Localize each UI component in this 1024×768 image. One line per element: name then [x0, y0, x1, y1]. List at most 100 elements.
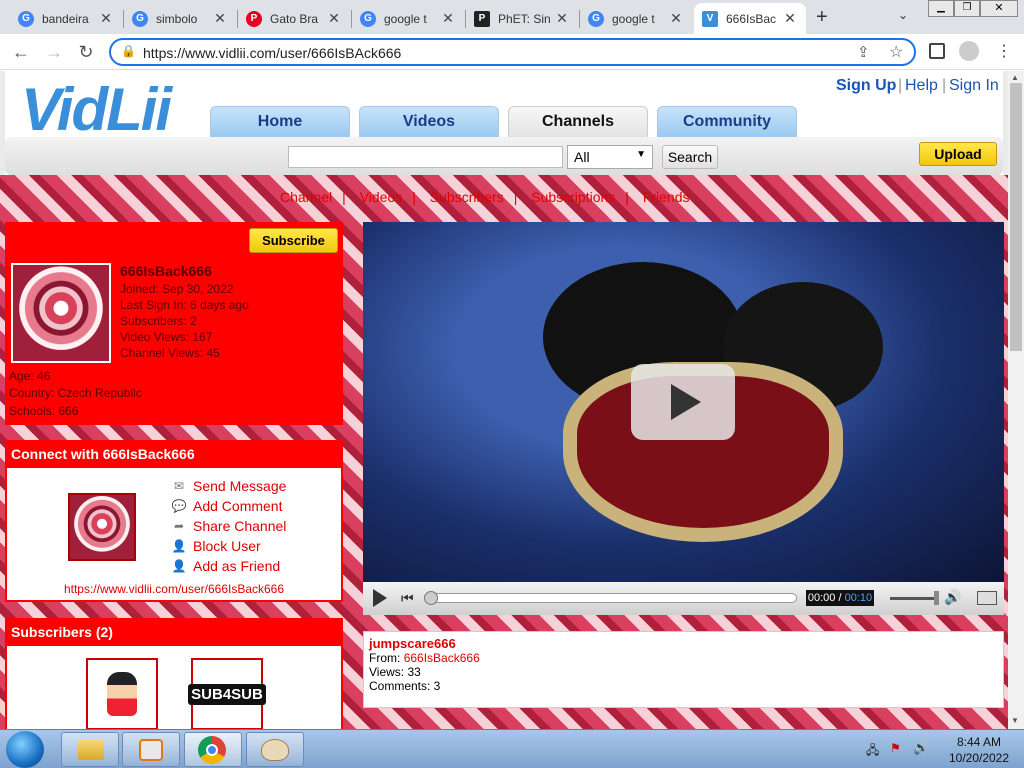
video-author-link[interactable]: 666IsBack666 [404, 651, 480, 665]
volume-icon[interactable]: 🔊 [944, 589, 961, 606]
taskbar-media-player[interactable] [122, 732, 180, 767]
user-add-icon: 👤 [171, 559, 187, 573]
connect-avatar[interactable] [68, 493, 136, 561]
omnibox[interactable]: 🔒 https://www.vidlii.com/user/666IsBAck6… [109, 38, 916, 66]
url-text[interactable]: https://www.vidlii.com/user/666IsBAck666 [143, 45, 401, 61]
address-bar-row: ← → ↻ 🔒 https://www.vidlii.com/user/666I… [0, 34, 1024, 70]
connect-box: Connect with 666IsBack666 ✉ Send Message … [5, 440, 343, 602]
big-play-button[interactable] [631, 364, 735, 440]
subnav-videos[interactable]: Videos [360, 189, 403, 205]
taskbar-explorer[interactable] [61, 732, 119, 767]
close-icon[interactable]: ✕ [98, 10, 114, 27]
video-title[interactable]: jumpscare666 [369, 637, 998, 651]
taskbar-chrome[interactable] [184, 732, 242, 767]
page-scrollbar[interactable]: ▲ ▼ [1008, 71, 1024, 729]
help-link[interactable]: Help [905, 77, 938, 95]
close-icon[interactable]: ✕ [212, 10, 228, 27]
close-icon[interactable]: ✕ [326, 10, 342, 27]
close-icon[interactable]: ✕ [554, 10, 570, 27]
taskbar-paint[interactable] [246, 732, 304, 767]
windows-taskbar: 🖧 ⚑ 🔊 8:44 AM 10/20/2022 [0, 729, 1024, 768]
bookmark-star-icon[interactable]: ☆ [889, 42, 903, 62]
progress-bar[interactable] [424, 591, 797, 605]
video-info-box: jumpscare666 From: 666IsBack666 Views: 3… [363, 631, 1004, 708]
subscribe-button[interactable]: Subscribe [249, 228, 338, 253]
sign-in-link[interactable]: Sign In [949, 77, 999, 95]
minimize-button[interactable]: ▁ [928, 0, 954, 17]
send-message-link[interactable]: ✉ Send Message [171, 478, 286, 494]
paint-palette-icon [261, 739, 289, 761]
subnav-subscriptions[interactable]: Subscriptions [531, 189, 615, 205]
volume-slider[interactable] [890, 591, 939, 605]
maximize-button[interactable]: ❐ [954, 0, 980, 17]
search-input[interactable] [288, 146, 563, 168]
profile-avatar-icon[interactable] [959, 41, 979, 61]
sign-up-link[interactable]: Sign Up [836, 77, 896, 95]
add-friend-link[interactable]: 👤 Add as Friend [171, 558, 281, 574]
volume-handle[interactable] [934, 591, 939, 605]
back-button[interactable]: ← [9, 41, 33, 63]
browser-tab[interactable]: P Gato Bra ✕ [238, 3, 350, 34]
fullscreen-icon[interactable] [977, 591, 997, 605]
subscriber-thumb[interactable]: SUB4SUB [188, 658, 266, 729]
browser-tab[interactable]: G simbolo ✕ [124, 3, 236, 34]
video-views: Video Views: 167 [120, 330, 213, 344]
browser-tab[interactable]: P PhET: Sin ✕ [466, 3, 578, 34]
vidlii-icon: V [702, 10, 718, 27]
scroll-down-arrow[interactable]: ▼ [1011, 716, 1019, 725]
scrollbar-thumb[interactable] [1010, 83, 1022, 351]
close-icon[interactable]: ✕ [440, 10, 456, 27]
start-button[interactable] [6, 731, 44, 768]
system-clock[interactable]: 8:44 AM 10/20/2022 [934, 734, 1024, 766]
page-content: VidLii Sign Up | Help | Sign In Home Vid… [0, 71, 1008, 729]
block-user-link[interactable]: 👤 Block User [171, 538, 261, 554]
browser-tab[interactable]: G bandeira ✕ [10, 3, 122, 34]
speaker-icon[interactable]: 🔊 [913, 740, 929, 756]
last-sign-in: Last Sign In: 6 days ago [120, 298, 249, 312]
menu-kebab-icon[interactable]: ⋮ [996, 41, 1012, 61]
subnav-channel[interactable]: Channel [280, 189, 332, 205]
google-icon: G [360, 10, 376, 27]
share-channel-link[interactable]: ➦ Share Channel [171, 518, 286, 534]
search-button[interactable]: Search [662, 145, 718, 169]
subscriber-thumb[interactable] [86, 658, 158, 729]
side-panel-icon[interactable] [929, 43, 945, 59]
window-controls: ▁ ❐ ✕ [928, 0, 1020, 18]
add-comment-link[interactable]: 💬 Add Comment [171, 498, 283, 514]
progress-handle[interactable] [424, 591, 438, 605]
nav-tab-community[interactable]: Community [657, 106, 797, 138]
video-frame[interactable] [363, 222, 1004, 582]
subscribers-header: Subscribers (2) [7, 620, 341, 646]
browser-tab-active[interactable]: V 666IsBac ✕ [694, 3, 806, 34]
close-icon[interactable]: ✕ [668, 10, 684, 27]
media-player-icon [139, 739, 163, 761]
browser-tab[interactable]: G google t ✕ [580, 3, 692, 34]
upload-button[interactable]: Upload [919, 142, 997, 166]
new-tab-button[interactable]: + [816, 6, 828, 29]
action-center-icon[interactable]: ⚑ [890, 741, 901, 755]
channel-url-link[interactable]: https://www.vidlii.com/user/666IsBack666 [7, 582, 341, 596]
video-player[interactable]: ⏮ 00:00 / 00:10 🔊 [363, 222, 1004, 615]
chrome-icon [198, 736, 226, 764]
subnav-subscribers[interactable]: Subscribers [430, 189, 504, 205]
nav-tab-videos[interactable]: Videos [359, 106, 499, 138]
country: Country: Czech Republic [9, 386, 142, 400]
close-icon[interactable]: ✕ [782, 10, 798, 27]
scroll-up-arrow[interactable]: ▲ [1011, 73, 1019, 82]
nav-tab-channels[interactable]: Channels [508, 106, 648, 138]
channel-avatar[interactable] [11, 263, 111, 363]
network-icon[interactable]: 🖧 [866, 741, 879, 762]
forward-button[interactable]: → [42, 41, 66, 63]
nav-tab-home[interactable]: Home [210, 106, 350, 138]
play-icon[interactable] [373, 589, 387, 607]
tab-search-icon[interactable]: ⌄ [898, 8, 908, 22]
browser-tab[interactable]: G google t ✕ [352, 3, 464, 34]
vidlii-logo[interactable]: VidLii [21, 75, 172, 144]
search-category-select[interactable]: All ▼ [567, 145, 653, 169]
share-icon[interactable]: ⇪ [857, 43, 870, 61]
lock-icon[interactable]: 🔒 [121, 44, 136, 58]
subnav-friends[interactable]: Friends [643, 189, 690, 205]
close-window-button[interactable]: ✕ [980, 0, 1018, 17]
reload-button[interactable]: ↻ [74, 41, 98, 63]
skip-back-icon[interactable]: ⏮ [401, 590, 415, 606]
